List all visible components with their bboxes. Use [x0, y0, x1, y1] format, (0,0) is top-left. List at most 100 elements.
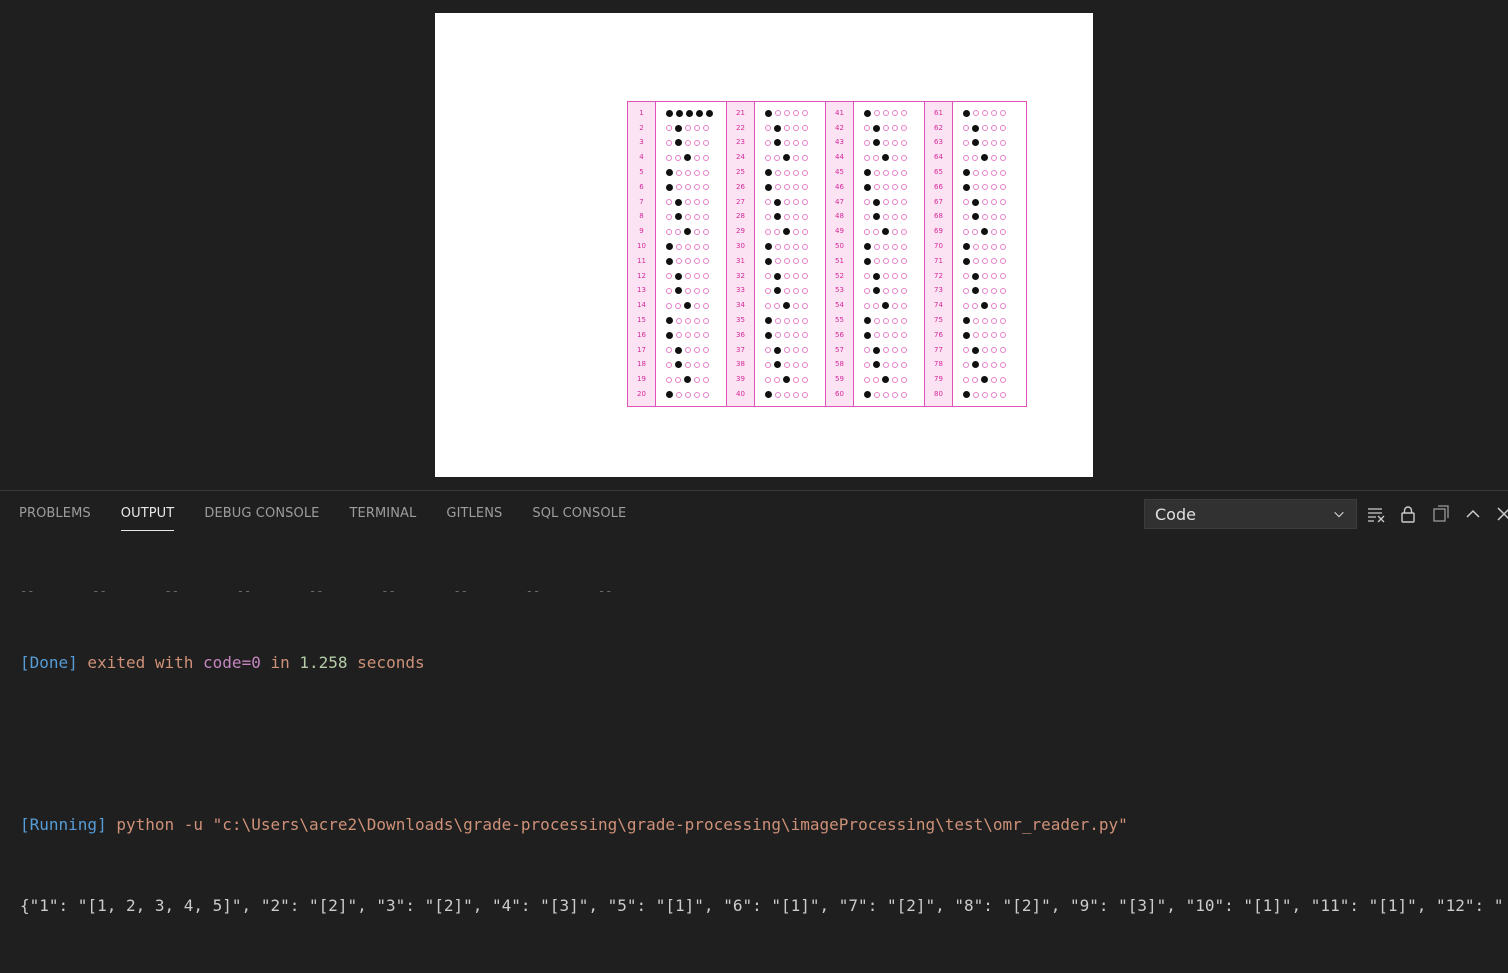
answer-row — [666, 153, 726, 163]
filled-bubble — [675, 139, 682, 147]
empty-bubble — [775, 243, 781, 250]
empty-bubble — [676, 184, 682, 191]
tab-sql-console[interactable]: SQL CONSOLE — [532, 491, 626, 535]
question-number: 46 — [835, 182, 844, 191]
empty-bubble — [802, 258, 808, 265]
empty-bubble — [765, 361, 771, 368]
empty-bubble — [793, 125, 799, 132]
answer-row — [963, 330, 1024, 340]
filled-bubble — [972, 346, 979, 354]
answer-row — [864, 153, 924, 163]
empty-bubble — [982, 243, 988, 250]
answer-row — [765, 123, 825, 133]
empty-bubble — [972, 376, 978, 383]
output-line-json: {"1": "[1, 2, 3, 4, 5]", "2": "[2]", "3"… — [20, 896, 1504, 915]
empty-bubble — [901, 228, 907, 235]
answer-row — [963, 168, 1024, 178]
running-tag: [Running] — [20, 815, 107, 834]
filled-bubble — [774, 139, 781, 147]
empty-bubble — [784, 391, 790, 398]
empty-bubble — [802, 273, 808, 280]
empty-bubble — [874, 169, 880, 176]
question-number-column: 41 42 43 44 45 46 47 48 49 50 51 52 53 54 55 56 57 58 59 60 — [826, 102, 854, 406]
empty-bubble — [694, 287, 700, 294]
empty-bubble — [883, 332, 889, 339]
filled-bubble — [963, 317, 970, 325]
empty-bubble — [864, 213, 870, 220]
answer-row — [765, 138, 825, 148]
empty-bubble — [991, 317, 997, 324]
empty-bubble — [793, 332, 799, 339]
filled-bubble — [972, 139, 979, 147]
close-panel-icon[interactable] — [1494, 504, 1508, 524]
empty-bubble — [1000, 376, 1006, 383]
empty-bubble — [901, 347, 907, 354]
question-number: 51 — [835, 256, 844, 265]
answer-row — [666, 168, 726, 178]
empty-bubble — [991, 243, 997, 250]
output-channel-select[interactable]: Code — [1144, 499, 1357, 529]
lock-icon[interactable] — [1398, 504, 1418, 524]
answer-row — [864, 108, 924, 118]
tab-output[interactable]: OUTPUT — [120, 491, 175, 535]
empty-bubble — [1000, 213, 1006, 220]
question-number: 61 — [934, 108, 943, 117]
empty-bubble — [685, 258, 691, 265]
empty-bubble — [864, 125, 870, 132]
empty-bubble — [676, 332, 682, 339]
open-in-editor-icon[interactable] — [1431, 504, 1451, 524]
question-number: 7 — [639, 197, 644, 206]
tab-gitlens[interactable]: GITLENS — [446, 491, 502, 535]
answer-row — [666, 108, 726, 118]
question-number: 35 — [736, 316, 745, 325]
empty-bubble — [901, 139, 907, 146]
filled-bubble — [666, 183, 673, 191]
tab-debug-console[interactable]: DEBUG CONSOLE — [204, 491, 319, 535]
empty-bubble — [802, 287, 808, 294]
empty-bubble — [793, 169, 799, 176]
empty-bubble — [1000, 184, 1006, 191]
empty-bubble — [666, 139, 672, 146]
empty-bubble — [883, 243, 889, 250]
empty-bubble — [1000, 361, 1006, 368]
empty-bubble — [892, 139, 898, 146]
question-number: 48 — [835, 212, 844, 221]
tab-terminal[interactable]: TERMINAL — [349, 491, 416, 535]
filled-bubble — [675, 213, 682, 221]
empty-bubble — [802, 347, 808, 354]
empty-bubble — [1000, 110, 1006, 117]
empty-bubble — [765, 154, 771, 161]
empty-bubble — [982, 287, 988, 294]
empty-bubble — [1000, 243, 1006, 250]
empty-bubble — [666, 287, 672, 294]
empty-bubble — [666, 228, 672, 235]
empty-bubble — [973, 110, 979, 117]
empty-bubble — [991, 199, 997, 206]
empty-bubble — [892, 184, 898, 191]
filled-bubble — [864, 183, 871, 191]
filled-bubble — [963, 331, 970, 339]
empty-bubble — [1000, 302, 1006, 309]
empty-bubble — [892, 243, 898, 250]
clear-output-icon[interactable] — [1366, 504, 1386, 524]
empty-bubble — [864, 287, 870, 294]
answer-row — [963, 390, 1024, 400]
empty-bubble — [901, 169, 907, 176]
answer-row — [666, 301, 726, 311]
question-number: 6 — [639, 182, 644, 191]
question-number: 78 — [934, 360, 943, 369]
empty-bubble — [892, 258, 898, 265]
filled-bubble — [873, 213, 880, 221]
answer-row — [963, 271, 1024, 281]
empty-bubble — [973, 317, 979, 324]
answer-row — [765, 242, 825, 252]
empty-bubble — [685, 213, 691, 220]
question-number: 56 — [835, 330, 844, 339]
empty-bubble — [685, 199, 691, 206]
tab-problems[interactable]: PROBLEMS — [19, 491, 91, 535]
question-number: 28 — [736, 212, 745, 221]
maximize-panel-icon[interactable] — [1463, 504, 1483, 524]
question-number: 50 — [835, 242, 844, 251]
filled-bubble — [972, 272, 979, 280]
empty-bubble — [991, 332, 997, 339]
